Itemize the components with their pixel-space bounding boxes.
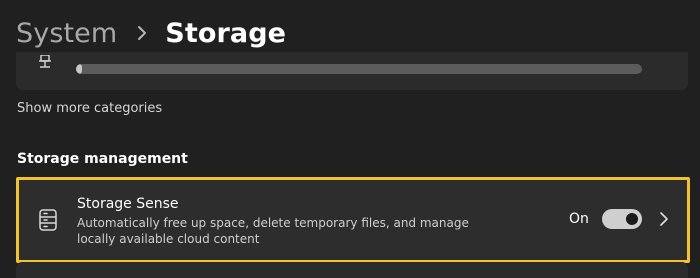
- toggle-knob: [626, 213, 638, 225]
- next-settings-row[interactable]: [16, 262, 688, 278]
- storage-drive-icon: [39, 209, 57, 231]
- storage-usage-fill: [76, 64, 82, 74]
- storage-sense-row[interactable]: Storage Sense Automatically free up spac…: [16, 177, 690, 263]
- storage-sense-toggle-label: On: [569, 211, 589, 227]
- storage-usage-bar: [76, 64, 642, 74]
- storage-management-heading: Storage management: [17, 151, 188, 167]
- chevron-right-icon[interactable]: [658, 211, 670, 227]
- storage-usage-row[interactable]: [16, 52, 688, 90]
- storage-sense-title: Storage Sense: [77, 196, 179, 212]
- chevron-right-icon: [135, 23, 149, 43]
- show-more-categories-link[interactable]: Show more categories: [17, 101, 162, 116]
- breadcrumb-system[interactable]: System: [16, 18, 117, 49]
- page-title: Storage: [165, 17, 287, 49]
- breadcrumb: System Storage: [16, 13, 286, 53]
- storage-sense-toggle[interactable]: [602, 209, 642, 229]
- drive-icon: [36, 54, 54, 68]
- storage-sense-text: Storage Sense Automatically free up spac…: [77, 196, 497, 247]
- storage-sense-description: Automatically free up space, delete temp…: [77, 216, 469, 246]
